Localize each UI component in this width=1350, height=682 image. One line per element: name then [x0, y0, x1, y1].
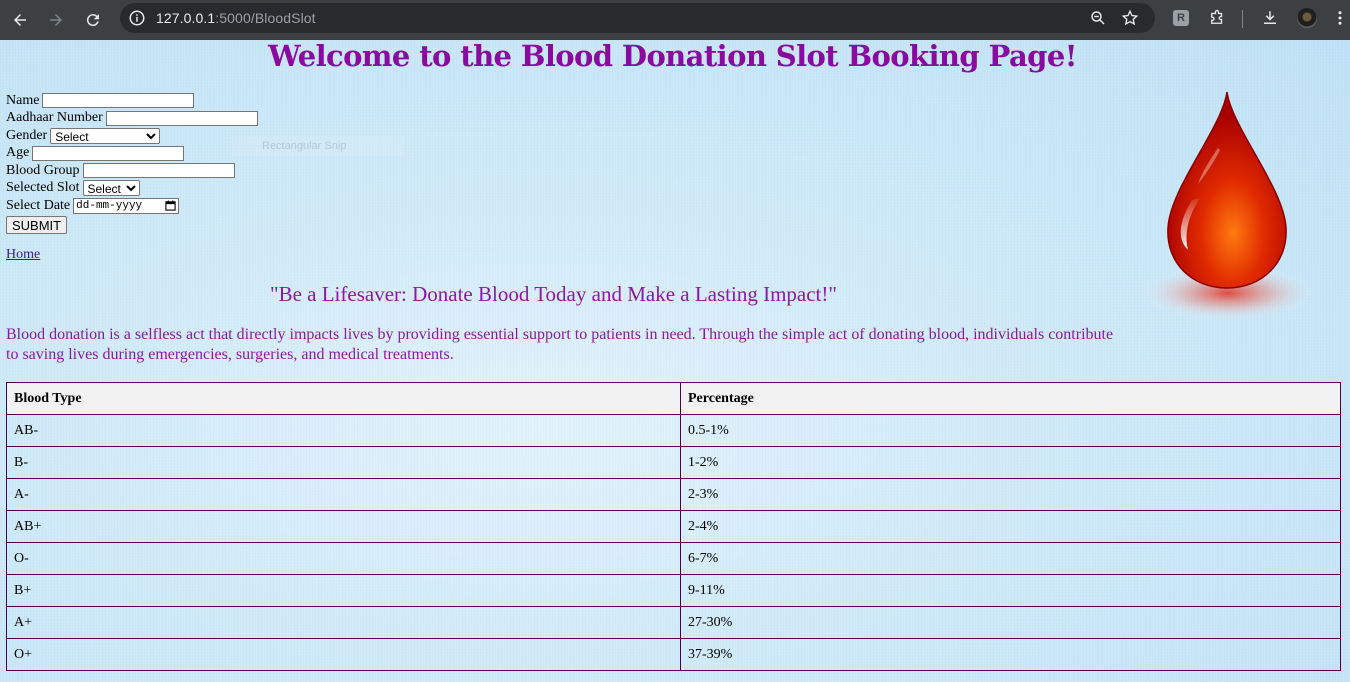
age-input[interactable]	[32, 145, 185, 161]
page-title: Welcome to the Blood Donation Slot Booki…	[268, 40, 1077, 73]
site-info-icon[interactable]	[128, 9, 146, 27]
forward-button[interactable]	[43, 7, 69, 33]
toolbar-separator	[1242, 10, 1243, 28]
avatar	[1297, 8, 1317, 28]
extension-r-icon: R	[1173, 10, 1189, 26]
downloads-button[interactable]	[1260, 8, 1280, 28]
gender-row: Gender Select	[6, 127, 258, 145]
submit-row: SUBMIT	[6, 215, 258, 235]
percentage-cell: 0.5-1%	[680, 414, 1341, 447]
back-button[interactable]	[7, 7, 33, 33]
gender-select[interactable]: Select	[50, 127, 161, 144]
column-header-percentage: Percentage	[680, 382, 1341, 415]
blood-type-cell: O+	[6, 638, 681, 671]
table-row: AB+ 2-4%	[6, 510, 1341, 543]
table-row: A- 2-3%	[6, 478, 1341, 511]
gender-label: Gender	[6, 127, 48, 143]
date-placeholder: dd-mm-yyyy	[76, 199, 143, 212]
slot-label: Selected Slot	[6, 180, 80, 196]
table-row: B+ 9-11%	[6, 574, 1341, 607]
blood-type-cell: A+	[6, 606, 681, 639]
date-row: Select Date dd-mm-yyyy	[6, 197, 258, 215]
profile-button[interactable]	[1297, 8, 1317, 28]
blood-group-input[interactable]	[82, 163, 235, 179]
bookmark-star-icon[interactable]	[1121, 9, 1139, 27]
table-header-row: Blood Type Percentage	[6, 382, 1341, 415]
blood-type-cell: O-	[6, 542, 681, 575]
blood-drop-image	[1140, 91, 1316, 321]
download-icon	[1264, 11, 1276, 24]
percentage-cell: 27-30%	[680, 606, 1341, 639]
percentage-cell: 37-39%	[680, 638, 1341, 671]
date-input[interactable]: dd-mm-yyyy	[73, 197, 180, 214]
aadhaar-label: Aadhaar Number	[6, 110, 103, 126]
intro-paragraph: Blood donation is a selfless act that di…	[6, 326, 1114, 363]
table-row: O- 6-7%	[6, 542, 1341, 575]
reload-icon	[86, 14, 99, 27]
arrow-left-icon	[14, 14, 26, 26]
percentage-cell: 2-3%	[680, 478, 1341, 511]
calendar-icon[interactable]	[165, 200, 176, 211]
percentage-cell: 1-2%	[680, 446, 1341, 479]
url-host: 127.0.0.1	[156, 10, 216, 26]
percentage-cell: 2-4%	[680, 510, 1341, 543]
page-content: Welcome to the Blood Donation Slot Booki…	[0, 40, 1350, 682]
browser-toolbar: 127.0.0.1:5000/BloodSlot R	[0, 0, 1350, 40]
aadhaar-input[interactable]	[105, 110, 258, 126]
reload-button[interactable]	[80, 7, 106, 33]
slot-row: Selected Slot Select	[6, 180, 258, 198]
blood-type-cell: A-	[6, 478, 681, 511]
name-label: Name	[6, 92, 40, 108]
blood-group-label: Blood Group	[6, 162, 80, 178]
blood-type-cell: B+	[6, 574, 681, 607]
address-bar[interactable]: 127.0.0.1:5000/BloodSlot	[120, 3, 1155, 33]
slot-select[interactable]: Select	[82, 180, 140, 197]
extension-r-button[interactable]: R	[1171, 8, 1191, 28]
table-row: B- 1-2%	[6, 446, 1341, 479]
zoom-icon[interactable]	[1089, 9, 1107, 27]
extensions-button[interactable]	[1207, 8, 1227, 28]
age-label: Age	[6, 145, 30, 161]
table-row: O+ 37-39%	[6, 638, 1341, 671]
puzzle-icon	[1211, 9, 1223, 24]
percentage-cell: 9-11%	[680, 574, 1341, 607]
home-link[interactable]: Home	[6, 247, 40, 263]
aadhaar-row: Aadhaar Number	[6, 110, 258, 128]
blood-type-table: Blood Type Percentage AB- 0.5-1% B- 1-2% A…	[6, 382, 1341, 671]
date-label: Select Date	[6, 197, 71, 213]
submit-button[interactable]: SUBMIT	[6, 216, 68, 234]
snip-overlay-label: Rectangular Snip	[262, 140, 347, 152]
name-row: Name	[6, 92, 258, 110]
url-text[interactable]: 127.0.0.1:5000/BloodSlot	[156, 10, 316, 26]
column-header-blood-type: Blood Type	[6, 382, 681, 415]
blood-group-row: Blood Group	[6, 162, 258, 180]
table-row: A+ 27-30%	[6, 606, 1341, 639]
blood-type-cell: AB+	[6, 510, 681, 543]
arrow-right-icon	[50, 14, 62, 26]
name-input[interactable]	[42, 93, 195, 109]
blood-type-cell: B-	[6, 446, 681, 479]
percentage-cell: 6-7%	[680, 542, 1341, 575]
url-path: :5000/BloodSlot	[215, 10, 316, 26]
more-vertical-icon	[1338, 11, 1342, 25]
snip-overlay: Rectangular Snip	[232, 136, 404, 156]
table-row: AB- 0.5-1%	[6, 414, 1341, 447]
blood-type-cell: AB-	[6, 414, 681, 447]
age-row: Age	[6, 145, 258, 163]
quote-text: "Be a Lifesaver: Donate Blood Today and …	[270, 282, 837, 306]
booking-form: Name Aadhaar Number Gender Select Age Bl…	[6, 92, 258, 235]
menu-button[interactable]	[1330, 8, 1350, 28]
